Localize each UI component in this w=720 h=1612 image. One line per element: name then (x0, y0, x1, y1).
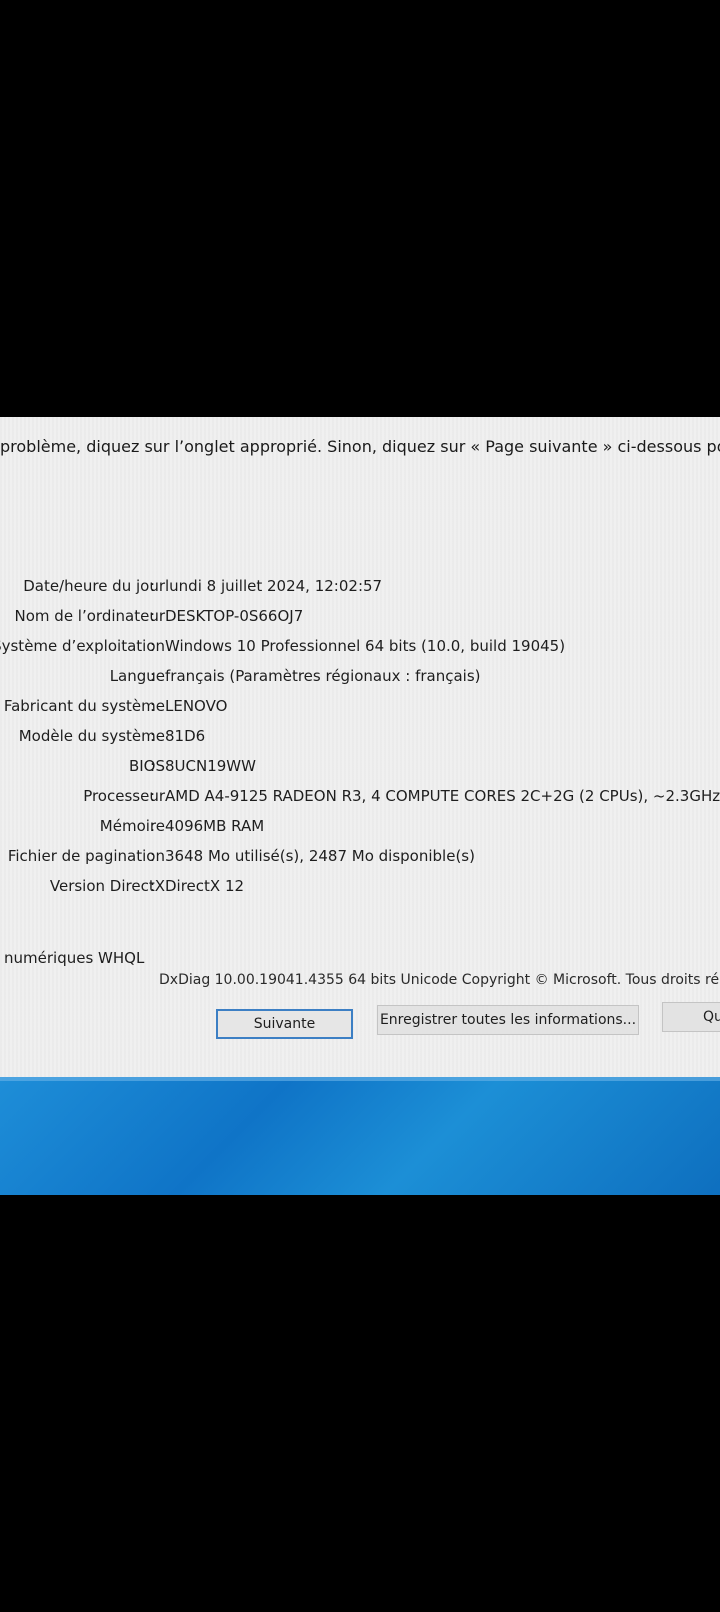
info-label: Date/heure du jour (23, 577, 165, 595)
info-value: DESKTOP-0S66OJ7 (165, 607, 304, 625)
info-row-computer-name: Nom de l’ordinateur : DESKTOP-0S66OJ7 (0, 607, 720, 631)
info-row-pagefile: Fichier de pagination : 3648 Mo utilisé(… (0, 847, 720, 871)
info-value: DirectX 12 (165, 877, 245, 895)
info-colon: : (150, 667, 156, 685)
info-label: Fichier de pagination (7, 847, 165, 865)
info-row-model: Modèle du système : 81D6 (0, 727, 720, 751)
save-all-info-button[interactable]: Enregistrer toutes les informations... (377, 1005, 639, 1035)
desktop-background (0, 1077, 720, 1195)
info-row-bios: BIOS : 8UCN19WW (0, 757, 720, 781)
next-button[interactable]: Suivante (216, 1009, 353, 1039)
window-shadow-edge (0, 1077, 720, 1081)
info-row-language: Langue : français (Paramètres régionaux … (0, 667, 720, 691)
info-row-directx: Version DirectX : DirectX 12 (0, 877, 720, 901)
info-label: Système d’exploitation (0, 637, 165, 655)
info-label: Version DirectX (49, 877, 165, 895)
info-row-memory: Mémoire : 4096MB RAM (0, 817, 720, 841)
info-colon: : (150, 577, 156, 595)
info-label: Fabricant du système (3, 697, 165, 715)
info-colon: : (150, 697, 156, 715)
info-value: AMD A4-9125 RADEON R3, 4 COMPUTE CORES 2… (165, 787, 720, 805)
info-row-date: Date/heure du jour : lundi 8 juillet 202… (0, 577, 720, 601)
info-row-manufacturer: Fabricant du système : LENOVO (0, 697, 720, 721)
info-value: 3648 Mo utilisé(s), 2487 Mo disponible(s… (165, 847, 475, 865)
photo-black-border-top (0, 0, 720, 417)
info-row-os: Système d’exploitation : Windows 10 Prof… (0, 637, 720, 661)
info-label: Nom de l’ordinateur (14, 607, 165, 625)
info-colon: : (150, 847, 156, 865)
info-row-processor: Processeur : AMD A4-9125 RADEON R3, 4 CO… (0, 787, 720, 811)
info-colon: : (150, 607, 156, 625)
info-colon: : (150, 727, 156, 745)
info-colon: : (150, 817, 156, 835)
copyright-text: DxDiag 10.00.19041.4355 64 bits Unicode … (159, 972, 720, 988)
info-value: lundi 8 juillet 2024, 12:02:57 (165, 577, 383, 595)
info-value: français (Paramètres régionaux : françai… (165, 667, 481, 685)
info-label: Mémoire (99, 817, 165, 835)
quit-button[interactable]: Qu (662, 1002, 720, 1032)
info-value: Windows 10 Professionnel 64 bits (10.0, … (165, 637, 566, 655)
intro-text: problème, diquez sur l’onglet approprié.… (0, 437, 720, 456)
dxdiag-window: problème, diquez sur l’onglet approprié.… (0, 417, 720, 1077)
info-colon: : (150, 877, 156, 895)
info-colon: : (150, 787, 156, 805)
info-value: LENOVO (165, 697, 228, 715)
info-value: 4096MB RAM (165, 817, 265, 835)
info-value: 81D6 (165, 727, 206, 745)
info-colon: : (150, 757, 156, 775)
info-colon: : (150, 637, 156, 655)
info-label: Modèle du système (18, 727, 165, 745)
whql-checkbox-label[interactable]: numériques WHQL (4, 949, 144, 967)
info-value: 8UCN19WW (165, 757, 256, 775)
photo-black-border-bottom (0, 1195, 720, 1612)
info-label: BIOS (128, 757, 165, 775)
info-label: Langue (109, 667, 165, 685)
